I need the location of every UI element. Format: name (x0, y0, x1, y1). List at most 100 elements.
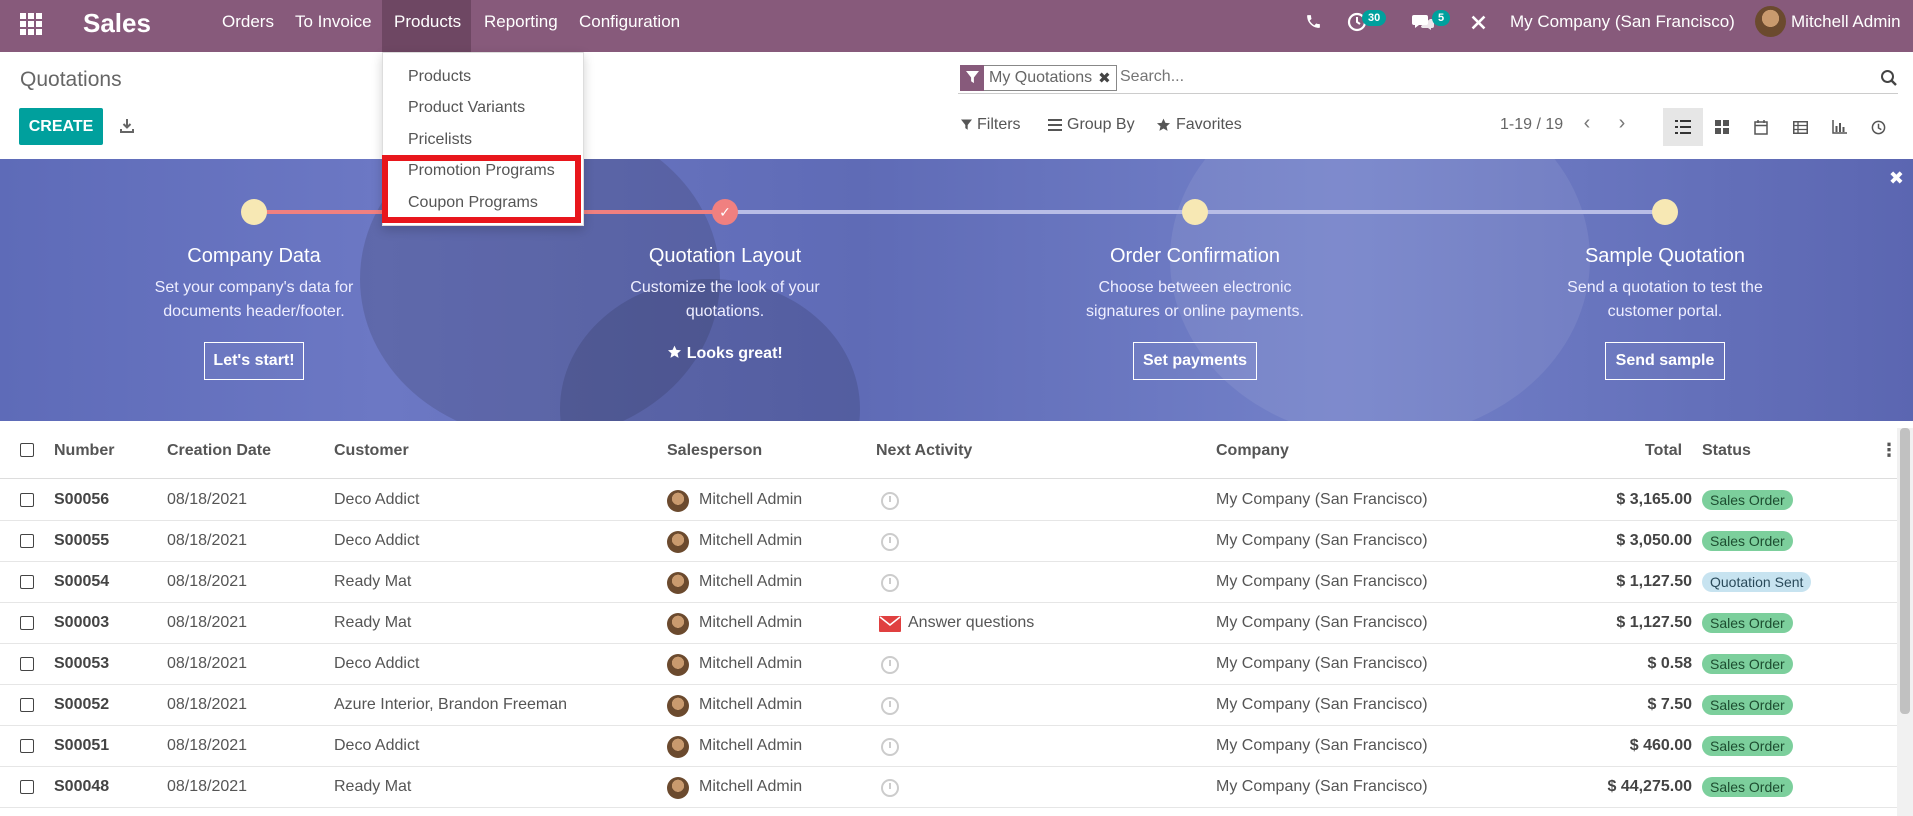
search-facet[interactable]: My Quotations ✖ (960, 64, 1117, 91)
company-switcher[interactable]: My Company (San Francisco) (1510, 0, 1735, 44)
search-icon[interactable] (1880, 69, 1898, 87)
activity-clock-icon[interactable] (881, 533, 899, 551)
row-salesperson: Mitchell Admin (699, 778, 803, 795)
filter-icon (960, 64, 984, 91)
activity-view-icon[interactable] (1858, 108, 1898, 146)
step-desc-quotation-layout: Customize the look of your quotations. (630, 279, 820, 320)
row-salesperson: Mitchell Admin (699, 737, 803, 754)
table-row[interactable]: S00054 08/18/2021 Ready Mat Mitchell Admin M… (0, 562, 1897, 603)
row-checkbox[interactable] (20, 575, 34, 589)
col-number[interactable]: Number (54, 442, 114, 460)
send-sample-button[interactable]: Send sample (1605, 342, 1725, 380)
row-checkbox[interactable] (20, 493, 34, 507)
row-checkbox[interactable] (20, 616, 34, 630)
pager-previous-icon[interactable]: ‹ (1575, 112, 1599, 140)
onboarding-banner: ✖ ✓ Company Data Set your company's data… (0, 159, 1913, 421)
activity-clock-icon[interactable] (881, 779, 899, 797)
pivot-view-icon[interactable] (1780, 108, 1820, 146)
activity-clock-icon[interactable] (881, 697, 899, 715)
col-total[interactable]: Total (1645, 442, 1682, 460)
kanban-view-icon[interactable] (1702, 108, 1742, 146)
row-checkbox[interactable] (20, 534, 34, 548)
status-badge: Sales Order (1702, 695, 1793, 715)
col-company[interactable]: Company (1216, 442, 1289, 460)
user-avatar[interactable] (1755, 6, 1786, 37)
menu-to-invoice[interactable]: To Invoice (283, 0, 384, 52)
user-menu[interactable]: Mitchell Admin (1791, 0, 1901, 44)
filters-label: Filters (977, 116, 1021, 133)
col-creation-date[interactable]: Creation Date (167, 442, 271, 460)
row-number: S00056 (54, 491, 110, 508)
funnel-icon (961, 119, 972, 130)
app-menu-icon[interactable] (20, 13, 44, 35)
calendar-view-icon[interactable] (1741, 108, 1781, 146)
remove-facet-icon[interactable]: ✖ (1098, 69, 1116, 87)
col-salesperson[interactable]: Salesperson (667, 442, 762, 460)
scrollbar-thumb[interactable] (1900, 428, 1910, 714)
lets-start-button[interactable]: Let's start! (204, 342, 304, 380)
status-badge: Sales Order (1702, 490, 1793, 510)
pager-next-icon[interactable]: › (1610, 112, 1634, 140)
col-customer[interactable]: Customer (334, 442, 409, 460)
step-desc-company-data: Set your company's data for documents he… (154, 279, 354, 320)
step-title-sample-quotation: Sample Quotation (1584, 245, 1746, 267)
vertical-scrollbar[interactable] (1897, 428, 1913, 816)
phone-icon[interactable] (1305, 13, 1322, 30)
messages-icon[interactable] (1412, 13, 1434, 31)
menu-products[interactable]: Products (382, 0, 471, 52)
row-activity[interactable]: Answer questions (908, 614, 1034, 632)
status-badge: Sales Order (1702, 613, 1793, 633)
activity-clock-icon[interactable] (881, 738, 899, 756)
envelope-icon[interactable] (879, 616, 901, 632)
table-row[interactable]: S00055 08/18/2021 Deco Addict Mitchell Admi… (0, 521, 1897, 562)
activity-clock-icon[interactable] (881, 492, 899, 510)
table-row[interactable]: S00051 08/18/2021 Deco Addict Mitchell Admi… (0, 726, 1897, 767)
table-row[interactable]: S00053 08/18/2021 Deco Addict Mitchell Admi… (0, 644, 1897, 685)
row-salesperson: Mitchell Admin (699, 532, 803, 549)
menu-item-pricelists[interactable]: Pricelists (408, 131, 472, 149)
select-all-checkbox[interactable] (20, 443, 34, 457)
menu-item-products[interactable]: Products (408, 68, 471, 86)
row-date: 08/18/2021 (167, 655, 248, 672)
create-button[interactable]: CREATE (19, 108, 103, 145)
col-status[interactable]: Status (1702, 442, 1751, 460)
salesperson-avatar (667, 572, 689, 594)
menu-item-product-variants[interactable]: Product Variants (408, 99, 525, 117)
step-dot-4 (1652, 199, 1678, 225)
search-bar: My Quotations ✖ (958, 64, 1898, 94)
activity-clock-icon[interactable] (881, 574, 899, 592)
set-payments-button[interactable]: Set payments (1133, 342, 1257, 380)
app-brand[interactable]: Sales (83, 8, 151, 39)
table-row[interactable]: S00048 08/18/2021 Ready Mat Mitchell Admin M… (0, 767, 1897, 808)
favorites-dropdown[interactable]: Favorites (1156, 116, 1242, 134)
download-icon[interactable] (119, 118, 135, 134)
step-desc-sample-quotation: Send a quotation to test the customer po… (1567, 279, 1763, 320)
table-row[interactable]: S00052 08/18/2021 Azure Interior, Brandon … (0, 685, 1897, 726)
row-company: My Company (San Francisco) (1216, 737, 1428, 754)
step-dot-1 (241, 199, 267, 225)
close-banner-icon[interactable]: ✖ (1889, 168, 1904, 189)
graph-view-icon[interactable] (1819, 108, 1859, 146)
list-view-icon[interactable] (1663, 108, 1703, 146)
activity-clock-icon[interactable] (881, 656, 899, 674)
optional-columns-icon[interactable]: ⋮ (1880, 440, 1898, 461)
step-dot-2-check-icon: ✓ (712, 199, 738, 225)
table-row[interactable]: S00003 08/18/2021 Ready Mat Mitchell Admin A… (0, 603, 1897, 644)
row-date: 08/18/2021 (167, 573, 248, 590)
search-input[interactable] (1120, 68, 1820, 86)
pager-value[interactable]: 1-19 / 19 (1500, 116, 1563, 134)
menu-orders[interactable]: Orders (210, 0, 286, 52)
row-checkbox[interactable] (20, 739, 34, 753)
group-by-dropdown[interactable]: Group By (1048, 116, 1135, 134)
menu-configuration[interactable]: Configuration (567, 0, 692, 52)
col-next-activity[interactable]: Next Activity (876, 442, 972, 460)
row-customer: Ready Mat (334, 614, 412, 631)
row-number: S00051 (54, 737, 110, 754)
filters-dropdown[interactable]: Filters (961, 116, 1021, 134)
menu-reporting[interactable]: Reporting (472, 0, 570, 52)
table-row[interactable]: S00056 08/18/2021 Deco Addict Mitchell Admi… (0, 480, 1897, 521)
debug-tools-icon[interactable] (1470, 14, 1487, 31)
row-checkbox[interactable] (20, 698, 34, 712)
row-checkbox[interactable] (20, 657, 34, 671)
row-checkbox[interactable] (20, 780, 34, 794)
